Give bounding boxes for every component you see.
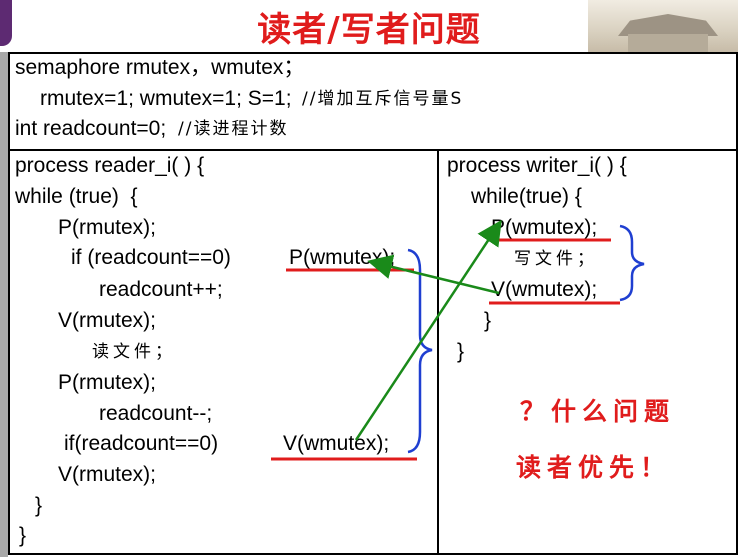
reader-line-11: V(rmutex); [58,463,157,486]
reader-line-5: readcount++; [99,278,223,301]
writer-line-4-write-file: 写文件； [514,249,598,269]
reader-line-2: while (true) { [15,185,138,208]
slide-title: 读者/写者问题 [257,10,481,50]
left-gutter [0,52,8,557]
writer-line-7: } [457,340,465,363]
header-line-2-comment: //增加互斥信号量S [302,89,464,109]
writer-line-2: while(true) { [471,185,582,208]
table-header-divider [8,149,738,151]
reader-line-10-condition: if(readcount==0) [64,432,230,455]
reader-line-6: V(rmutex); [58,309,157,332]
header-line-1: semaphore rmutex，wmutex； [15,56,305,79]
reader-line-10-vwmutex: V(wmutex); [283,432,390,455]
header-line-2-code: rmutex=1; wmutex=1; S=1; [40,87,298,110]
writer-line-6: } [484,309,492,332]
table-column-divider [437,149,439,555]
reader-line-8: P(rmutex); [58,371,157,394]
reader-line-1: process reader_i( ) { [15,154,205,177]
reader-line-7-read-file: 读文件； [92,342,176,362]
question-note: ？什么问题 [520,397,676,426]
reader-line-4-condition: if (readcount==0) [71,246,237,269]
answer-note: 读者优先！ [516,453,672,482]
reader-line-4-pwmutex: P(wmutex); [289,246,396,269]
reader-line-13: } [19,524,27,547]
reader-line-12: } [35,494,43,517]
writer-line-1: process writer_i( ) { [447,154,627,177]
reader-line-9: readcount--; [99,402,213,425]
writer-line-5: V(wmutex); [491,278,598,301]
header-line-3-comment: //读进程计数 [178,119,289,139]
header-line-3-code: int readcount=0; [15,117,173,140]
reader-line-3: P(rmutex); [58,216,157,239]
writer-line-3: P(wmutex); [491,216,598,239]
